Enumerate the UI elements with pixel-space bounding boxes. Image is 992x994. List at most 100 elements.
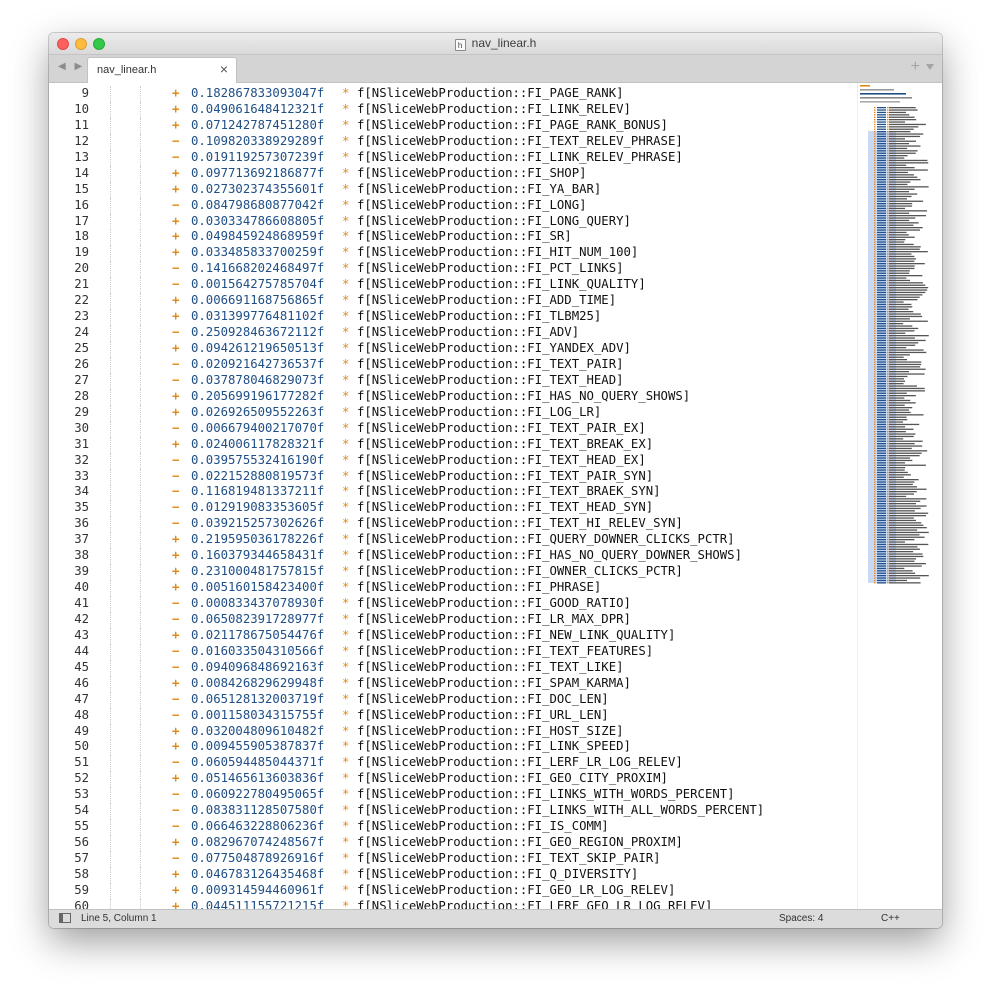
minimap-line: [887, 128, 889, 130]
indent-guide: [110, 723, 111, 740]
minimap-line: [887, 385, 889, 387]
minimap-line: [874, 385, 876, 387]
code-line: 49 +0.032004809610482f * f[NSliceWebProduct…: [49, 723, 857, 740]
line-number: 39: [74, 564, 89, 579]
minimap-line: [874, 195, 876, 198]
minimap-line: [889, 519, 916, 522]
minimap-line: [877, 457, 886, 459]
minimap-line: [887, 330, 889, 332]
indent-guide: [140, 229, 141, 246]
coefficient-literal: 0.182867833093047f: [191, 86, 325, 100]
line-number: 19: [74, 245, 89, 260]
line-number: 33: [74, 468, 89, 483]
feature-expression: f[NSliceWebProduction::FI_TEXT_PAIR_EX]: [357, 420, 646, 435]
indentation-setting[interactable]: Spaces: 4: [779, 913, 823, 924]
minimap-line: [889, 409, 909, 411]
minimap-line: [874, 455, 876, 457]
minimap-line: [887, 558, 889, 560]
minimap-line: [889, 371, 909, 373]
chevron-down-icon[interactable]: [926, 64, 934, 70]
minimap-line: [887, 366, 889, 368]
coefficient-literal: 0.049061648412321f: [191, 101, 325, 116]
feature-expression: f[NSliceWebProduction::FI_PCT_LINKS]: [357, 261, 624, 276]
minimap-line: [889, 169, 928, 171]
multiply-operator: *: [342, 325, 350, 340]
minimap-line: [889, 191, 910, 193]
line-number: 16: [74, 197, 89, 212]
toggle-panel-icon[interactable]: [59, 913, 71, 923]
feature-expression: f[NSliceWebProduction::FI_HAS_NO_QUERY_S…: [357, 388, 691, 403]
line-number: 54: [74, 803, 89, 818]
multiply-operator: *: [342, 580, 350, 595]
minimap-line: [877, 193, 886, 195]
sign-operator: −: [172, 819, 180, 834]
indent-guide: [110, 101, 111, 118]
line-number: 20: [74, 261, 89, 276]
minimap-line: [877, 162, 886, 164]
minimap-line: [889, 399, 911, 402]
minimap-line: [877, 500, 886, 502]
minimap-line: [874, 404, 876, 406]
minimap-line: [887, 325, 889, 327]
sign-operator: +: [172, 580, 180, 595]
minimap-line: [877, 572, 886, 574]
multiply-operator: *: [342, 261, 350, 276]
code-line: 14 +0.097713692186877f * f[NSliceWebProduct…: [49, 165, 857, 182]
minimap-line: [889, 155, 908, 157]
minimap-line: [874, 176, 876, 178]
minimap-line: [887, 373, 889, 375]
code-line: 21 −0.001564275785704f * f[NSliceWebProduct…: [49, 277, 857, 294]
indent-guide: [140, 261, 141, 278]
minimap-line: [877, 474, 886, 476]
minimap-line: [889, 323, 904, 325]
minimap-line: [877, 152, 886, 154]
minimap-line: [874, 539, 876, 541]
minimap-line: [889, 491, 917, 493]
code-editor[interactable]: 9 +0.182867833093047f * f[NSliceWebProducti…: [49, 83, 857, 909]
indent-guide: [140, 500, 141, 517]
minimap-line: [889, 275, 923, 277]
minimap-line: [877, 363, 886, 366]
indent-guide: [140, 452, 141, 469]
minimap-line: [889, 512, 929, 514]
tab-nav-linear[interactable]: nav_linear.h ×: [87, 57, 237, 83]
code-line: 16 −0.084798680877042f * f[NSliceWebProduct…: [49, 197, 857, 214]
minimap-line: [877, 236, 886, 238]
feature-expression: f[NSliceWebProduction::FI_TEXT_BRAEK_SYN…: [357, 484, 661, 499]
new-tab-icon[interactable]: +: [911, 58, 920, 76]
indent-guide: [110, 866, 111, 883]
indent-guide: [140, 819, 141, 836]
cursor-position[interactable]: Line 5, Column 1: [81, 913, 157, 924]
minimap[interactable]: [857, 83, 942, 909]
indent-guide: [140, 356, 141, 373]
minimap-line: [877, 171, 886, 174]
minimap-line: [877, 219, 886, 222]
minimap-line: [889, 219, 910, 222]
minimap-line: [887, 368, 889, 370]
code-line: 25 +0.094261219650513f * f[NSliceWebProduct…: [49, 341, 857, 357]
minimap-line: [874, 164, 876, 166]
line-number: 27: [74, 372, 89, 387]
syntax-selector[interactable]: C++: [881, 913, 900, 924]
indent-guide: [140, 484, 141, 501]
minimap-line: [887, 119, 889, 121]
code-line: 29 +0.026926509552263f * f[NSliceWebProduct…: [49, 404, 857, 421]
code-line: 19 +0.033485833700259f * f[NSliceWebProduct…: [49, 245, 857, 262]
minimap-line: [874, 174, 876, 176]
tab-close-icon[interactable]: ×: [220, 61, 228, 77]
minimap-line: [887, 339, 889, 342]
indent-guide: [110, 691, 111, 708]
tab-nav-arrows-icon[interactable]: ◀ ▶: [58, 61, 85, 72]
minimap-line: [887, 253, 889, 255]
minimap-line: [877, 167, 886, 169]
minimap-line: [887, 162, 889, 164]
feature-expression: f[NSliceWebProduction::FI_TEXT_FEATURES]: [357, 643, 654, 658]
minimap-line: [874, 356, 876, 358]
minimap-line: [877, 287, 886, 289]
indent-guide: [140, 181, 141, 198]
sign-operator: +: [172, 165, 180, 180]
line-number: 28: [74, 388, 89, 403]
multiply-operator: *: [342, 436, 350, 451]
minimap-line: [877, 308, 886, 310]
minimap-line: [874, 335, 876, 337]
